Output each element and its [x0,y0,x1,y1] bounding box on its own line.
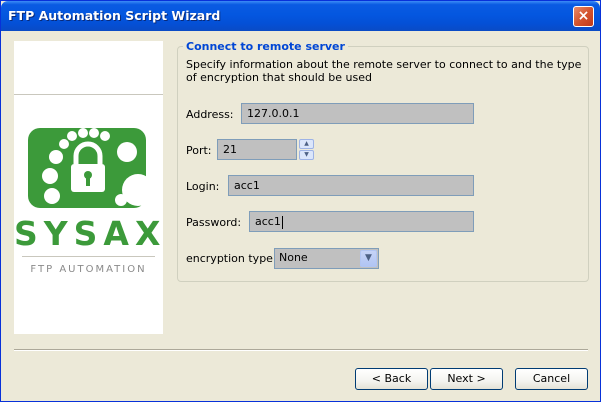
window-title: FTP Automation Script Wizard [8,8,221,23]
next-button[interactable]: Next > [430,368,503,390]
title-bar[interactable]: FTP Automation Script Wizard × [1,1,600,31]
back-button[interactable]: < Back [355,368,428,390]
port-spinner[interactable]: ▲ ▼ [299,139,314,160]
password-value: acc1 [255,215,281,228]
spin-up-icon[interactable]: ▲ [299,139,314,149]
brand-subtitle: FTP AUTOMATION [30,264,147,275]
encryption-value: None [279,251,308,264]
login-input[interactable]: acc1 [228,175,474,196]
encryption-select[interactable]: None ▼ [274,248,379,269]
branding-panel: SYSAX FTP AUTOMATION [14,41,163,334]
wizard-window: FTP Automation Script Wizard × SYSAX FTP… [0,0,601,402]
address-input[interactable]: 127.0.0.1 [241,103,474,124]
address-label: Address: [186,108,234,121]
password-input[interactable]: acc1 [249,211,474,232]
login-label: Login: [186,180,220,193]
encryption-label: encryption type: [186,252,277,265]
cancel-button[interactable]: Cancel [515,368,588,390]
divider [14,94,163,95]
section-title: Connect to remote server [183,40,348,53]
chevron-down-icon[interactable]: ▼ [360,250,377,267]
password-label: Password: [186,216,242,229]
section-description: Specify information about the remote ser… [186,58,582,84]
divider [22,256,155,257]
close-icon: × [577,8,590,24]
text-caret [281,215,283,229]
spin-down-icon[interactable]: ▼ [299,150,314,160]
brand-logo-text: SYSAX [14,214,167,253]
port-input[interactable]: 21 [217,139,297,160]
lock-icon [28,128,150,208]
close-button[interactable]: × [573,6,594,27]
port-label: Port: [186,144,212,157]
footer-divider [14,349,588,351]
